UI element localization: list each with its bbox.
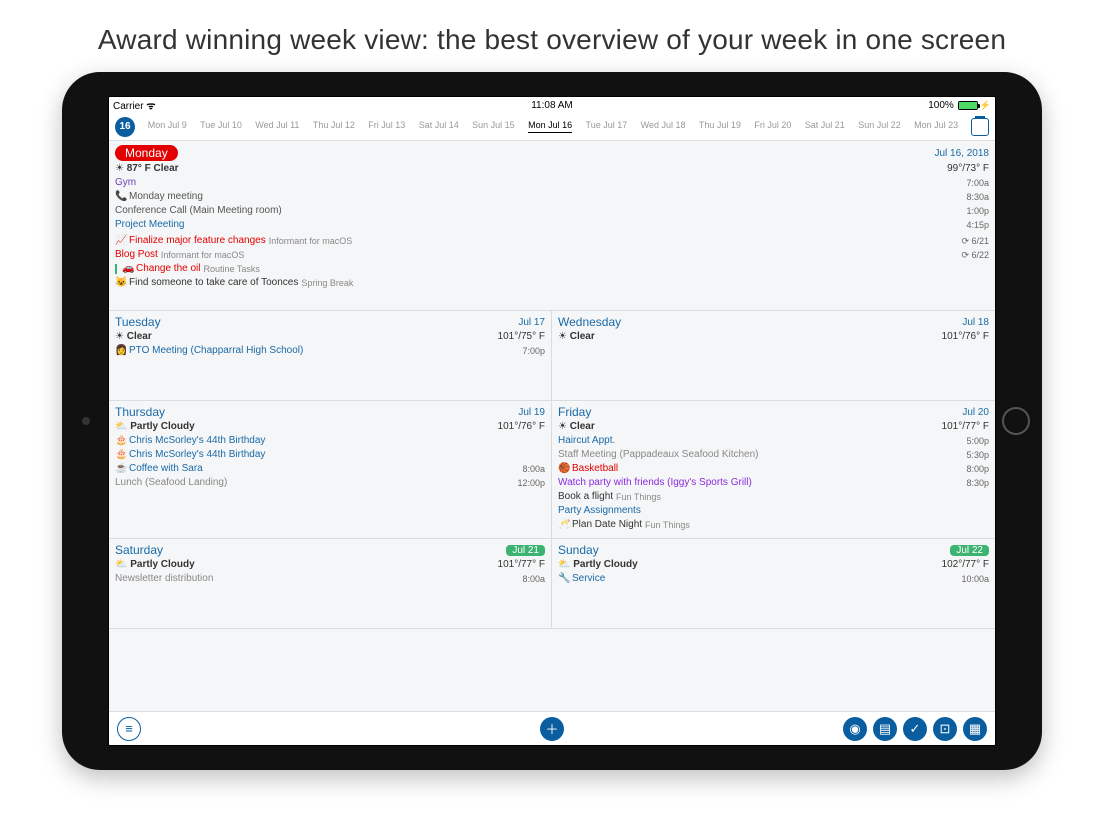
day-cell-sunday[interactable]: SundayJul 22⛅ Partly Cloudy102°/77° F🔧Se… xyxy=(552,539,995,629)
headline: Award winning week view: the best overvi… xyxy=(0,0,1104,72)
day-cell-monday[interactable]: Monday Jul 16, 2018 ☀ 87° F Clear 99°/73… xyxy=(109,141,995,311)
day-cell-saturday[interactable]: SaturdayJul 21⛅ Partly Cloudy101°/77° FN… xyxy=(109,539,552,629)
event-row[interactable]: Lunch (Seafood Landing)12:00p xyxy=(109,476,551,490)
monday-badge: Monday xyxy=(115,145,178,161)
screen: Carrier ᯤ 11:08 AM 100%⚡ 16 Mon Jul 9 Tue… xyxy=(108,96,996,746)
day-tab[interactable]: Mon Jul 9 xyxy=(148,120,187,133)
day-cell-friday[interactable]: FridayJul 20☀ Clear101°/77° FHaircut App… xyxy=(552,401,995,539)
event-row[interactable]: Haircut Appt.5:00p xyxy=(552,434,995,448)
day-cell-tuesday[interactable]: TuesdayJul 17☀ Clear101°/75° F👩PTO Meeti… xyxy=(109,311,552,401)
event-row[interactable]: Gym7:00a xyxy=(109,176,995,190)
focus-icon[interactable]: ⊡ xyxy=(933,717,957,741)
event-row[interactable]: 👩PTO Meeting (Chapparral High School)7:0… xyxy=(109,344,551,358)
event-row[interactable]: 🔧Service10:00a xyxy=(552,572,995,586)
monday-temps: 99°/73° F xyxy=(947,163,989,174)
day-tab[interactable]: Sat Jul 21 xyxy=(805,120,845,133)
calendar-nav-icon[interactable]: ▦ xyxy=(963,717,987,741)
event-row[interactable]: Newsletter distribution8:00a xyxy=(109,572,551,586)
event-row[interactable]: ☕Coffee with Sara8:00a xyxy=(109,462,551,476)
event-row[interactable]: 📞Monday meeting8:30a xyxy=(109,190,995,204)
week-tab-bar: 16 Mon Jul 9 Tue Jul 10 Wed Jul 11 Thu Jul … xyxy=(109,113,995,141)
day-tab[interactable]: Wed Jul 11 xyxy=(255,120,299,133)
event-row[interactable]: 🎂Chris McSorley's 44th Birthday xyxy=(109,448,551,462)
monday-weather: ☀ 87° F Clear xyxy=(115,163,179,174)
task-row[interactable]: Blog Post Informant for macOS⟳ 6/22 xyxy=(109,248,995,262)
week-content: Monday Jul 16, 2018 ☀ 87° F Clear 99°/73… xyxy=(109,141,995,711)
status-battery: 100%⚡ xyxy=(928,100,991,111)
day-tab[interactable]: Wed Jul 18 xyxy=(641,120,686,133)
status-time: 11:08 AM xyxy=(531,100,573,111)
event-row[interactable]: 🏀Basketball8:00p xyxy=(552,462,995,476)
task-row[interactable]: 😺Find someone to take care of Toonces Sp… xyxy=(109,276,995,290)
home-button[interactable] xyxy=(1002,407,1030,435)
task-row[interactable]: 📈Finalize major feature changes Informan… xyxy=(109,234,995,248)
add-button[interactable]: ＋ xyxy=(540,717,564,741)
monday-date: Jul 16, 2018 xyxy=(935,148,990,159)
day-tab[interactable]: Tue Jul 17 xyxy=(586,120,628,133)
day-tab[interactable]: Thu Jul 19 xyxy=(699,120,741,133)
day-tab[interactable]: Tue Jul 10 xyxy=(200,120,242,133)
contacts-icon[interactable]: ◉ xyxy=(843,717,867,741)
event-row[interactable]: Project Meeting4:15p xyxy=(109,218,995,232)
day-tab[interactable]: Fri Jul 13 xyxy=(368,120,405,133)
day-tab[interactable]: Thu Jul 12 xyxy=(313,120,355,133)
day-cell-thursday[interactable]: ThursdayJul 19⛅ Partly Cloudy101°/76° F🎂… xyxy=(109,401,552,539)
notes-icon[interactable]: ▤ xyxy=(873,717,897,741)
event-row[interactable]: Book a flight Fun Things xyxy=(552,490,995,504)
day-tabs: Mon Jul 9 Tue Jul 10 Wed Jul 11 Thu Jul 12 F… xyxy=(141,120,965,133)
tasks-icon[interactable]: ✓ xyxy=(903,717,927,741)
day-tab[interactable]: Sun Jul 22 xyxy=(858,120,901,133)
camera-dot xyxy=(82,417,90,425)
event-row[interactable]: Watch party with friends (Iggy's Sports … xyxy=(552,476,995,490)
day-cell-wednesday[interactable]: WednesdayJul 18☀ Clear101°/76° F xyxy=(552,311,995,401)
event-row[interactable]: Party Assignments xyxy=(552,504,995,518)
event-row[interactable]: Staff Meeting (Pappadeaux Seafood Kitche… xyxy=(552,448,995,462)
day-tab[interactable]: Sun Jul 15 xyxy=(472,120,515,133)
event-row[interactable]: Conference Call (Main Meeting room)1:00p xyxy=(109,204,995,218)
task-row[interactable]: 🚗Change the oil Routine Tasks xyxy=(109,262,995,276)
day-tab[interactable]: Sat Jul 14 xyxy=(419,120,459,133)
calendar-icon[interactable] xyxy=(971,118,989,136)
carrier-label: Carrier ᯤ xyxy=(113,98,155,112)
event-row[interactable]: 🎂Chris McSorley's 44th Birthday xyxy=(109,434,551,448)
day-tab[interactable]: Mon Jul 16 xyxy=(528,120,572,133)
today-circle[interactable]: 16 xyxy=(115,117,135,137)
menu-icon[interactable]: ≡ xyxy=(117,717,141,741)
day-tab[interactable]: Fri Jul 20 xyxy=(754,120,791,133)
ipad-frame: Carrier ᯤ 11:08 AM 100%⚡ 16 Mon Jul 9 Tue… xyxy=(62,72,1042,770)
status-bar: Carrier ᯤ 11:08 AM 100%⚡ xyxy=(109,97,995,113)
day-tab[interactable]: Mon Jul 23 xyxy=(914,120,958,133)
bottom-toolbar: ≡ ＋ ◉ ▤ ✓ ⊡ ▦ xyxy=(109,711,995,745)
event-row[interactable]: 🥂Plan Date Night Fun Things xyxy=(552,518,995,532)
